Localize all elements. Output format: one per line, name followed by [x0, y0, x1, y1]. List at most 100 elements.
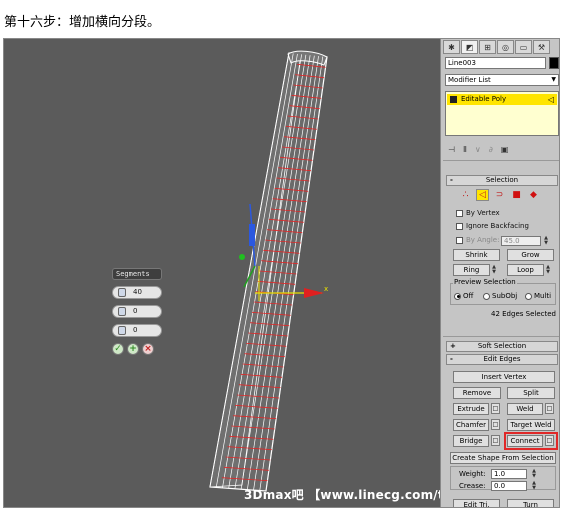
ignore-backfacing-label: Ignore Backfacing	[466, 222, 529, 230]
by-angle-spinner[interactable]: 45.0	[501, 236, 541, 246]
edge-level-icon: ◁	[547, 95, 554, 104]
motion-icon[interactable]: ◎	[497, 40, 514, 54]
connect-highlight-box	[504, 432, 558, 450]
panel-tabs: ✱ ◩ ⊞ ◎ ▭ ⚒	[443, 40, 550, 54]
cancel-icon[interactable]: ×	[142, 343, 154, 355]
ring-spinner-icon[interactable]: ▲ ▼	[491, 265, 497, 275]
caddy-pinch-field[interactable]: 0	[112, 305, 162, 318]
extrude-settings-icon[interactable]: □	[491, 403, 500, 414]
gizmo-x-label: x	[324, 285, 329, 293]
edge-icon[interactable]: ◁	[476, 189, 489, 201]
object-name-input[interactable]: Line003	[445, 57, 546, 69]
object-color-swatch[interactable]	[549, 57, 559, 69]
grow-button[interactable]: Grow	[507, 249, 554, 261]
preview-off-radio[interactable]: Off	[454, 292, 473, 300]
remove-modifier-icon[interactable]: ∂	[489, 145, 493, 154]
caddy-slide-value: 0	[133, 326, 138, 334]
command-panel: ✱ ◩ ⊞ ◎ ▭ ⚒ Line003 Modifier List ▼ Edit…	[440, 39, 559, 507]
poly-mesh	[209, 50, 328, 492]
element-icon[interactable]: ◆	[527, 189, 540, 201]
gizmo-z-handle	[249, 224, 255, 246]
modifier-stack: Editable Poly ◁	[445, 91, 559, 136]
pin-stack-icon[interactable]: ⊣	[448, 145, 455, 154]
weight-spinner[interactable]: 1.0	[491, 469, 527, 479]
turn-button[interactable]: Turn	[507, 499, 554, 507]
preview-multi-label: Multi	[534, 292, 552, 300]
modifier-list-label: Modifier List	[448, 76, 491, 84]
by-vertex-checkbox[interactable]: By Vertex	[456, 209, 500, 217]
extrude-button[interactable]: Extrude	[453, 403, 489, 415]
expand-icon[interactable]	[450, 96, 457, 103]
step-caption: 第十六步：增加横向分段。	[4, 15, 161, 30]
caddy-slide-field[interactable]: 0	[112, 324, 162, 337]
rollout-soft-selection-title: Soft Selection	[477, 342, 527, 350]
caddy-pinch-value: 0	[133, 307, 138, 315]
selection-status: 42 Edges Selected	[491, 310, 556, 318]
display-icon[interactable]: ▭	[515, 40, 532, 54]
dropdown-arrow-icon: ▼	[551, 76, 556, 83]
stack-item-editable-poly[interactable]: Editable Poly ◁	[447, 94, 557, 105]
utilities-icon[interactable]: ⚒	[533, 40, 550, 54]
configure-sets-icon[interactable]: ▣	[501, 145, 509, 154]
caddy-segments-field[interactable]: 40	[112, 286, 162, 299]
stack-item-label: Editable Poly	[461, 95, 507, 103]
gizmo-pivot	[239, 254, 245, 260]
rollout-edit-edges-title: Edit Edges	[483, 355, 521, 363]
create-icon[interactable]: ✱	[443, 40, 460, 54]
ignore-backfacing-checkbox[interactable]: Ignore Backfacing	[456, 222, 529, 230]
apply-icon[interactable]: +	[127, 343, 139, 355]
watermark: 3Dmax吧 【www.linecg.com/tieba/1771】	[244, 488, 440, 502]
crease-spinner[interactable]: 0.0	[491, 481, 527, 491]
make-unique-icon[interactable]: ∨	[475, 145, 481, 154]
slide-icon	[118, 326, 126, 335]
shrink-button[interactable]: Shrink	[453, 249, 500, 261]
rollout-soft-selection[interactable]: + Soft Selection	[446, 341, 558, 352]
weld-settings-icon[interactable]: □	[545, 403, 554, 414]
split-button[interactable]: Split	[507, 387, 555, 399]
vertex-icon[interactable]: ∴	[459, 189, 472, 201]
pinch-icon	[118, 307, 126, 316]
caddy-title: Segments	[112, 268, 162, 280]
preview-multi-radio[interactable]: Multi	[525, 292, 551, 300]
ring-button[interactable]: Ring	[453, 264, 490, 276]
weight-spinner-arrows-icon[interactable]: ▲ ▼	[531, 469, 537, 479]
bridge-button[interactable]: Bridge	[453, 435, 489, 447]
by-vertex-label: By Vertex	[466, 209, 500, 217]
ok-icon[interactable]: ✓	[112, 343, 124, 355]
by-angle-checkbox[interactable]: By Angle:	[456, 236, 499, 244]
bridge-settings-icon[interactable]: □	[491, 435, 500, 446]
loop-spinner-icon[interactable]: ▲ ▼	[545, 265, 551, 275]
connect-caddy: Segments 40 0 0 ✓ + ×	[112, 268, 172, 355]
hierarchy-icon[interactable]: ⊞	[479, 40, 496, 54]
loop-button[interactable]: Loop	[507, 264, 544, 276]
modifier-list-dropdown[interactable]: Modifier List ▼	[445, 74, 559, 86]
caddy-segments-value: 40	[133, 288, 142, 296]
spinner-arrows-icon[interactable]: ▲ ▼	[543, 236, 549, 246]
max-window: x Segments 40 0 0 ✓ + × 3Dmax吧 【www.line…	[3, 38, 560, 508]
rollout-edit-edges[interactable]: - Edit Edges	[446, 354, 558, 365]
polygon-icon[interactable]: ■	[510, 189, 523, 201]
rollout-selection-title: Selection	[485, 176, 519, 184]
remove-button[interactable]: Remove	[453, 387, 501, 399]
target-weld-button[interactable]: Target Weld	[507, 419, 555, 431]
create-shape-button[interactable]: Create Shape From Selection	[450, 452, 556, 464]
stack-toolbar: ⊣ Ⅱ ∨ ∂ ▣	[445, 143, 559, 155]
modify-icon[interactable]: ◩	[461, 40, 478, 54]
preview-subobj-radio[interactable]: SubObj	[483, 292, 517, 300]
by-angle-label: By Angle:	[466, 236, 500, 244]
weight-label: Weight:	[459, 470, 486, 478]
segments-icon	[118, 288, 126, 297]
border-icon[interactable]: ⊃	[493, 189, 506, 201]
preview-off-label: Off	[463, 292, 474, 300]
rollout-selection[interactable]: - Selection	[446, 175, 558, 186]
weld-button[interactable]: Weld	[507, 403, 543, 415]
chamfer-settings-icon[interactable]: □	[491, 419, 500, 430]
selection-level-icons: ∴ ◁ ⊃ ■ ◆	[459, 189, 540, 201]
perspective-viewport[interactable]: x Segments 40 0 0 ✓ + × 3Dmax吧 【www.line…	[4, 39, 440, 507]
gizmo-x-arrow	[304, 288, 324, 298]
crease-spinner-arrows-icon[interactable]: ▲ ▼	[531, 481, 537, 491]
insert-vertex-button[interactable]: Insert Vertex	[453, 371, 555, 383]
show-end-result-icon[interactable]: Ⅱ	[463, 145, 467, 154]
edit-tri-button[interactable]: Edit Tri.	[453, 499, 500, 507]
chamfer-button[interactable]: Chamfer	[453, 419, 489, 431]
